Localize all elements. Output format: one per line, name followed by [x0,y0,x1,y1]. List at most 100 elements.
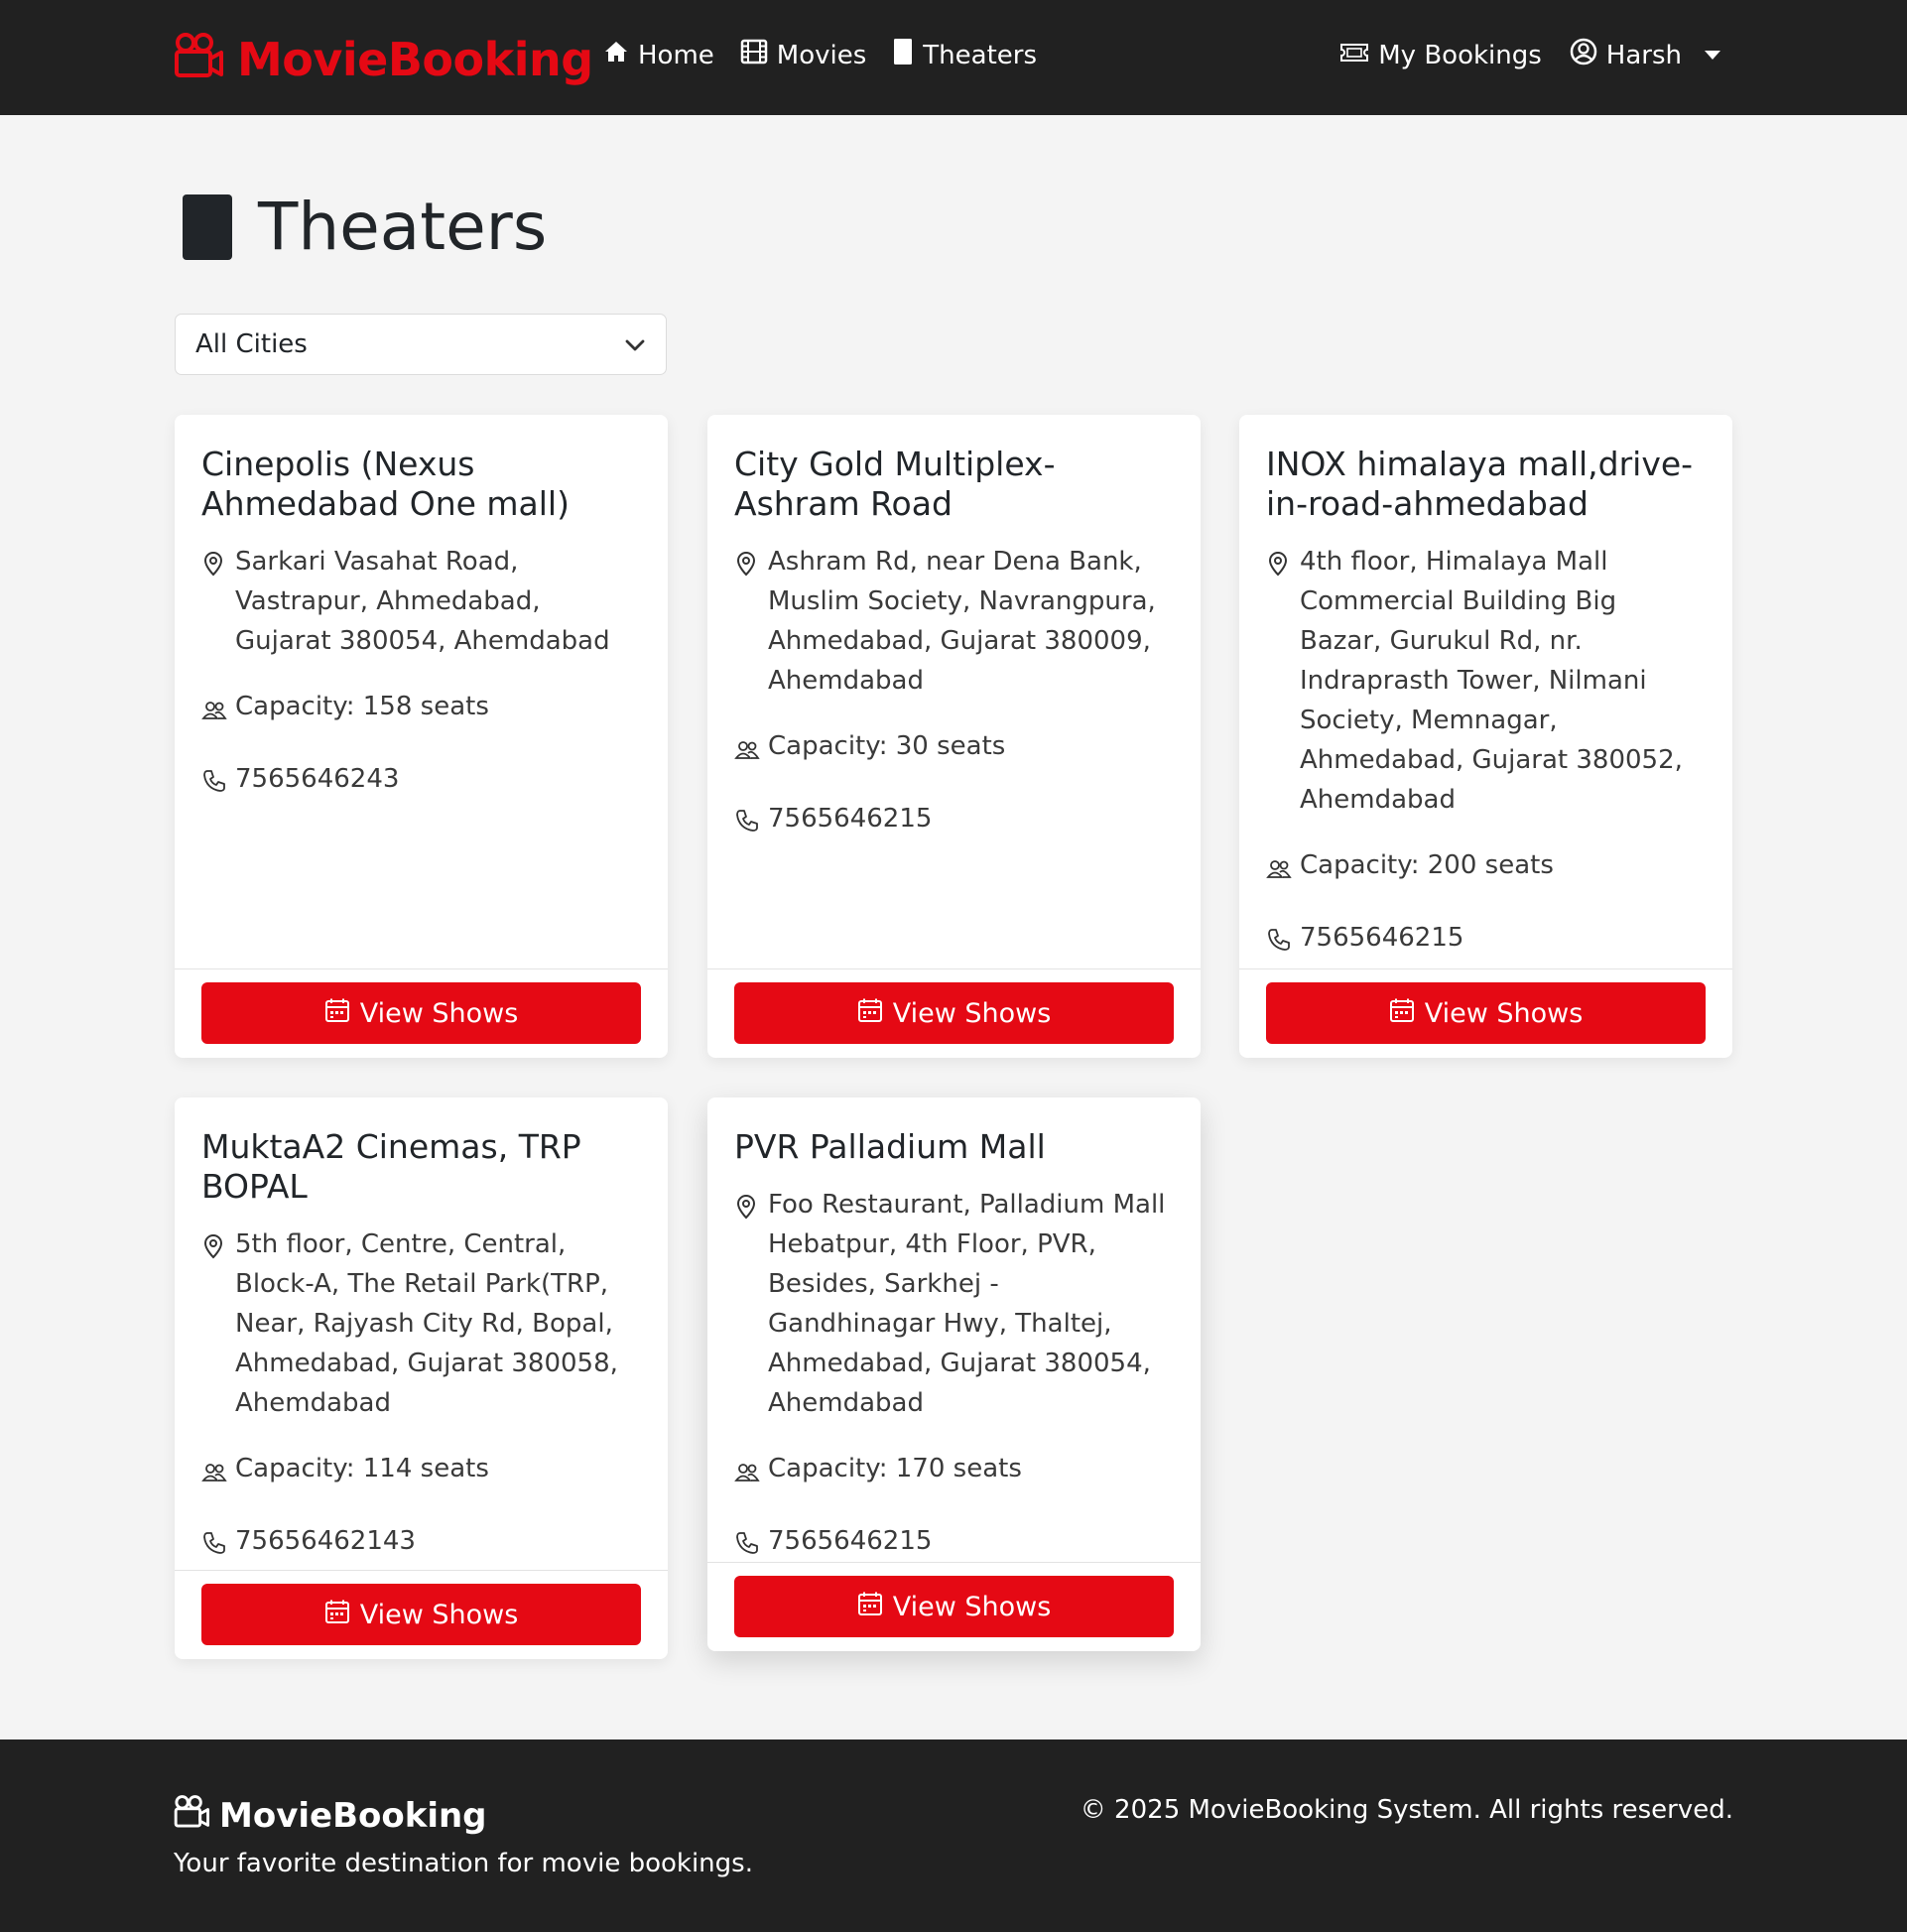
card-body: MuktaA2 Cinemas, TRP BOPAL 5th floor, Cen… [175,1097,668,1568]
view-shows-label: View Shows [892,1591,1052,1622]
card-body: PVR Palladium Mall Foo Restaurant, Pallad… [707,1097,1201,1568]
calendar-icon [1389,997,1415,1030]
theater-name: MuktaA2 Cinemas, TRP BOPAL [201,1127,581,1206]
calendar-icon [324,1599,350,1631]
theater-capacity: Capacity: 114 seats [235,1454,489,1483]
theater-capacity: Capacity: 200 seats [1300,850,1554,880]
location-pin-icon [1266,542,1292,588]
theater-phone: 7565646243 [235,764,400,794]
card-footer: View Shows [707,968,1201,1058]
nav-link-label: Home [638,40,714,70]
people-icon [734,726,760,773]
home-icon [603,39,629,71]
theater-card: Cinepolis (Nexus Ahmedabad One mall) Sark… [175,415,668,1058]
calendar-icon [324,997,350,1030]
card-footer: View Shows [1239,968,1732,1058]
film-icon [740,38,768,72]
theater-name: City Gold Multiplex- Ashram Road [734,445,1056,523]
theater-phone-row: 7565646215 [1266,918,1706,965]
ticket-icon [1339,41,1369,70]
theater-capacity-row: Capacity: 158 seats [201,687,641,733]
theater-card: PVR Palladium Mall Foo Restaurant, Pallad… [707,1097,1201,1651]
people-icon [734,1449,760,1495]
nav-link-movies[interactable]: Movies [740,38,866,72]
theater-name: PVR Palladium Mall [734,1127,1046,1166]
people-icon [1266,845,1292,892]
nav-link-home[interactable]: Home [603,38,714,72]
theater-address: Ashram Rd, near Dena Bank, Muslim Societ… [768,547,1156,696]
theater-card: INOX himalaya mall,drive-in-road-ahmedab… [1239,415,1732,1058]
phone-icon [201,1521,227,1568]
footer-brand-name: MovieBooking [219,1795,487,1836]
theater-phone-row: 75656462143 [201,1521,641,1568]
theater-address: 5th floor, Centre, Central, Block-A, The… [235,1229,618,1418]
theater-phone-row: 7565646243 [201,759,641,806]
caret-down-icon [1705,51,1720,60]
theater-phone: 7565646215 [1300,923,1464,953]
nav-link-label: Theaters [923,40,1037,70]
location-pin-icon [734,542,760,588]
theater-phone-row: 7565646215 [734,1521,1174,1568]
theater-capacity-row: Capacity: 200 seats [1266,845,1706,892]
theater-card: City Gold Multiplex- Ashram Road Ashram R… [707,415,1201,1058]
theater-phone: 7565646215 [768,1526,933,1556]
theater-address-row: Sarkari Vasahat Road, Vastrapur, Ahmedab… [201,542,641,661]
view-shows-label: View Shows [892,997,1052,1029]
calendar-icon [857,1591,883,1623]
view-shows-button[interactable]: View Shows [734,982,1174,1044]
theater-phone: 7565646215 [768,804,933,834]
user-nav: My Bookings Harsh [1339,38,1720,72]
user-avatar-icon [1570,38,1597,72]
brand-name: MovieBooking [237,33,593,86]
page-title-text: Theaters [258,189,548,265]
card-body: INOX himalaya mall,drive-in-road-ahmedab… [1239,415,1732,965]
phone-icon [1266,918,1292,965]
card-footer: View Shows [175,968,668,1058]
theater-address-row: Foo Restaurant, Palladium Mall Hebatpur,… [734,1185,1174,1423]
user-menu-dropdown[interactable]: Harsh [1570,38,1720,72]
theater-address-row: 5th floor, Centre, Central, Block-A, The… [201,1224,641,1423]
view-shows-button[interactable]: View Shows [1266,982,1706,1044]
theater-capacity: Capacity: 30 seats [768,731,1006,761]
theater-address-row: 4th floor, Himalaya Mall Commercial Buil… [1266,542,1706,820]
chevron-down-icon [624,329,646,359]
theater-address-row: Ashram Rd, near Dena Bank, Muslim Societ… [734,542,1174,701]
theater-address: Sarkari Vasahat Road, Vastrapur, Ahmedab… [235,547,610,656]
my-bookings-link[interactable]: My Bookings [1339,38,1542,72]
theater-icon [892,38,914,72]
video-camera-icon [174,1793,209,1838]
location-pin-icon [201,542,227,588]
location-pin-icon [201,1224,227,1271]
people-icon [201,1449,227,1495]
view-shows-label: View Shows [359,1599,519,1630]
nav-link-theaters[interactable]: Theaters [892,38,1037,72]
view-shows-label: View Shows [1424,997,1584,1029]
card-footer: View Shows [707,1562,1201,1651]
phone-icon [734,799,760,845]
theater-capacity-row: Capacity: 30 seats [734,726,1174,773]
theater-capacity-row: Capacity: 114 seats [201,1449,641,1495]
city-filter-value: All Cities [195,329,308,359]
card-body: Cinepolis (Nexus Ahmedabad One mall) Sark… [175,415,668,806]
my-bookings-label: My Bookings [1378,40,1542,70]
brand-link[interactable]: MovieBooking [174,30,593,89]
theater-capacity: Capacity: 170 seats [768,1454,1022,1483]
page-title: Theaters [183,189,547,265]
theater-address: 4th floor, Himalaya Mall Commercial Buil… [1300,547,1683,815]
footer: MovieBooking Your favorite destination f… [0,1739,1907,1932]
theater-phone-row: 7565646215 [734,799,1174,845]
city-filter-select[interactable]: All Cities [175,314,667,375]
calendar-icon [857,997,883,1030]
phone-icon [734,1521,760,1568]
card-footer: View Shows [175,1570,668,1659]
theater-phone: 75656462143 [235,1526,416,1556]
theater-name: INOX himalaya mall,drive-in-road-ahmedab… [1266,445,1694,523]
user-name: Harsh [1605,40,1682,70]
location-pin-icon [734,1185,760,1231]
view-shows-button[interactable]: View Shows [201,982,641,1044]
footer-brand: MovieBooking [174,1793,487,1838]
view-shows-button[interactable]: View Shows [734,1576,1174,1637]
view-shows-button[interactable]: View Shows [201,1584,641,1645]
footer-copyright: © 2025 MovieBooking System. All rights r… [1080,1795,1733,1825]
navbar: MovieBooking Home Movies Theaters My Boo… [0,0,1907,115]
